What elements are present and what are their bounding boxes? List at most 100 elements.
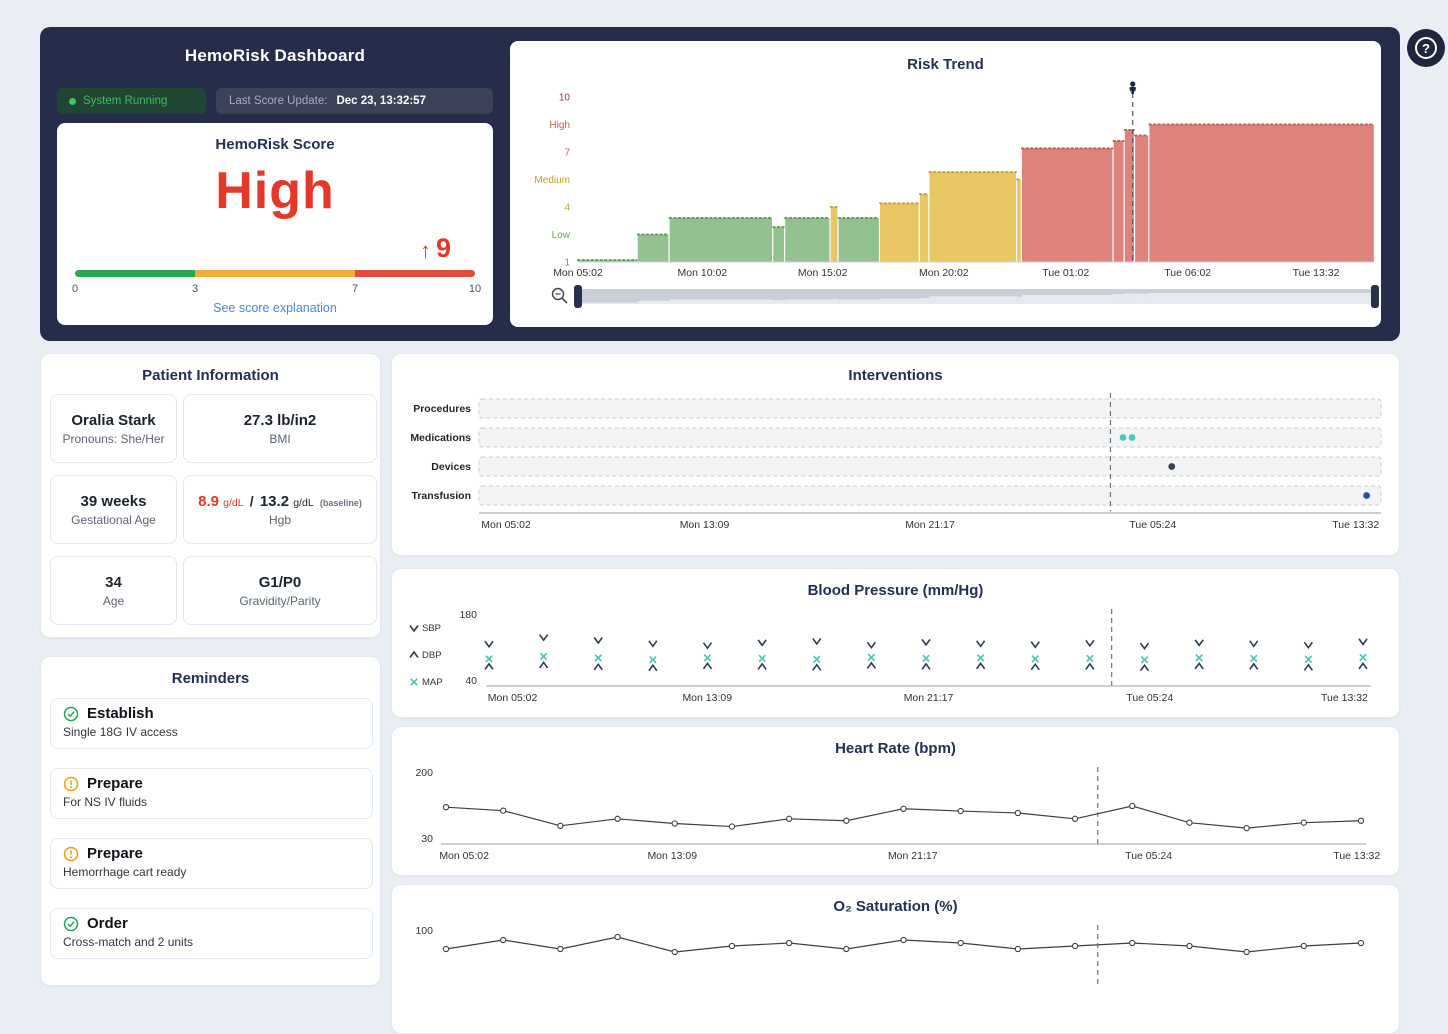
svg-text:30: 30 — [421, 833, 433, 845]
svg-text:Tue 13:32: Tue 13:32 — [1321, 692, 1368, 704]
score-scale-ticks: 0 3 7 10 — [75, 283, 475, 297]
o2-saturation-title: O₂ Saturation (%) — [392, 885, 1399, 915]
svg-text:4: 4 — [564, 203, 570, 214]
svg-text:Medications: Medications — [410, 432, 471, 444]
reminder-title: Establish — [87, 705, 154, 722]
alert-circle-icon — [63, 776, 79, 792]
gravidity-label: Gravidity/Parity — [239, 594, 320, 608]
system-status-badge: System Running — [57, 88, 206, 114]
patient-name-box: Oralia Stark Pronouns: She/Her — [50, 394, 177, 463]
reminders-title: Reminders — [41, 657, 380, 687]
risk-trend-chart[interactable]: 10High7Medium4Low1Mon 05:02Mon 10:02Mon … — [520, 79, 1380, 319]
hgb-current: 8.9 — [198, 493, 219, 510]
svg-text:SBP: SBP — [422, 623, 441, 634]
hgb-baseline-note: (baseline) — [320, 498, 362, 508]
scale-tick: 0 — [72, 283, 78, 295]
svg-text:Procedures: Procedures — [413, 403, 471, 415]
gravidity-box: G1/P0 Gravidity/Parity — [183, 556, 377, 625]
risk-trend-title: Risk Trend — [510, 41, 1381, 73]
arrow-up-icon: ↑ — [420, 240, 431, 262]
svg-text:Mon 05:02: Mon 05:02 — [439, 850, 489, 862]
scale-low-segment — [75, 270, 195, 277]
bmi-value: 27.3 lb/in2 — [244, 412, 317, 429]
score-number: 9 — [436, 235, 451, 262]
svg-text:Tue 06:02: Tue 06:02 — [1164, 267, 1211, 279]
gravidity-value: G1/P0 — [259, 574, 302, 591]
svg-text:Tue 05:24: Tue 05:24 — [1125, 850, 1172, 862]
status-label: System Running — [83, 95, 167, 107]
svg-text:Mon 15:02: Mon 15:02 — [798, 267, 848, 279]
hgb-box: 8.9 g/dL / 13.2 g/dL (baseline) Hgb — [183, 475, 377, 544]
heart-rate-chart: 20030Mon 05:02Mon 13:09Mon 21:17Tue 05:2… — [401, 759, 1391, 871]
reminder-detail: For NS IV fluids — [63, 795, 360, 809]
reminder-item[interactable]: Prepare For NS IV fluids — [50, 768, 373, 819]
heart-rate-title: Heart Rate (bpm) — [392, 727, 1399, 757]
hgb-baseline-unit: g/dL — [293, 497, 313, 509]
reminder-detail: Single 18G IV access — [63, 725, 360, 739]
score-value: ↑ 9 — [420, 235, 451, 262]
patient-name: Oralia Stark — [71, 412, 155, 429]
heart-rate-card: Heart Rate (bpm) 20030Mon 05:02Mon 13:09… — [391, 726, 1400, 876]
score-scale-bar — [75, 270, 475, 277]
o2-saturation-card: O₂ Saturation (%) 100 — [391, 884, 1400, 1034]
svg-text:Mon 05:02: Mon 05:02 — [481, 519, 531, 531]
hemorisk-score-card: HemoRisk Score High ↑ 9 0 3 7 10 See sco… — [57, 123, 493, 325]
age-box: 34 Age — [50, 556, 177, 625]
reminder-detail: Cross-match and 2 units — [63, 935, 360, 949]
gestational-age-box: 39 weeks Gestational Age — [50, 475, 177, 544]
reminder-item[interactable]: Order Cross-match and 2 units — [50, 908, 373, 959]
svg-text:Mon 20:02: Mon 20:02 — [919, 267, 969, 279]
check-circle-icon — [63, 916, 79, 932]
patient-info-grid: Oralia Stark Pronouns: She/Her 27.3 lb/i… — [50, 394, 377, 625]
svg-text:7: 7 — [564, 148, 570, 159]
score-level: High — [57, 165, 493, 217]
svg-text:Mon 05:02: Mon 05:02 — [488, 692, 538, 704]
bmi-label: BMI — [269, 432, 290, 446]
blood-pressure-chart: 18040SBPDBPMAPMon 05:02Mon 13:09Mon 21:1… — [401, 601, 1391, 713]
svg-text:200: 200 — [415, 767, 433, 779]
svg-text:Tue 01:02: Tue 01:02 — [1042, 267, 1089, 279]
reminder-item[interactable]: Establish Single 18G IV access — [50, 698, 373, 749]
hgb-baseline: 13.2 — [260, 493, 289, 510]
svg-text:180: 180 — [459, 609, 477, 621]
check-circle-icon — [63, 706, 79, 722]
question-circle-icon: ? — [1415, 37, 1437, 59]
svg-text:Tue 13:32: Tue 13:32 — [1333, 850, 1380, 862]
reminder-title: Order — [87, 915, 128, 932]
svg-text:Mon 21:17: Mon 21:17 — [888, 850, 938, 862]
reminder-item[interactable]: Prepare Hemorrhage cart ready — [50, 838, 373, 889]
score-explanation-link[interactable]: See score explanation — [57, 301, 493, 315]
bmi-box: 27.3 lb/in2 BMI — [183, 394, 377, 463]
interventions-card: Interventions ProceduresMedicationsDevic… — [391, 353, 1400, 556]
interventions-chart: ProceduresMedicationsDevicesTransfusionM… — [401, 391, 1391, 541]
svg-text:Mon 05:02: Mon 05:02 — [553, 267, 603, 279]
svg-text:Tue 13:32: Tue 13:32 — [1332, 519, 1379, 531]
help-button[interactable]: ? — [1407, 29, 1445, 67]
header-panel: HemoRisk Dashboard System Running Last S… — [40, 27, 1400, 341]
score-card-title: HemoRisk Score — [57, 136, 493, 153]
svg-text:Mon 21:17: Mon 21:17 — [905, 519, 955, 531]
app-title: HemoRisk Dashboard — [40, 46, 510, 66]
hgb-label: Hgb — [269, 513, 291, 527]
svg-text:Tue 13:32: Tue 13:32 — [1293, 267, 1340, 279]
blood-pressure-title: Blood Pressure (mm/Hg) — [392, 569, 1399, 599]
gestational-age-label: Gestational Age — [71, 513, 156, 527]
patient-info-card: Patient Information Oralia Stark Pronoun… — [40, 353, 381, 638]
reminder-detail: Hemorrhage cart ready — [63, 865, 360, 879]
svg-text:Mon 10:02: Mon 10:02 — [678, 267, 728, 279]
last-update-badge: Last Score Update: Dec 23, 13:32:57 — [216, 88, 493, 114]
svg-text:10: 10 — [559, 93, 571, 104]
svg-text:100: 100 — [415, 925, 433, 937]
reminders-card: Reminders Establish Single 18G IV access… — [40, 656, 381, 986]
dashboard-page: HemoRisk Dashboard System Running Last S… — [0, 0, 1448, 957]
scale-tick: 7 — [352, 283, 358, 295]
hgb-separator: / — [248, 493, 256, 509]
svg-text:Tue 05:24: Tue 05:24 — [1126, 692, 1173, 704]
svg-text:Mon 21:17: Mon 21:17 — [904, 692, 954, 704]
reminder-title: Prepare — [87, 845, 143, 862]
scale-tick: 10 — [469, 283, 481, 295]
svg-text:Devices: Devices — [431, 461, 471, 473]
reminder-title: Prepare — [87, 775, 143, 792]
alert-circle-icon — [63, 846, 79, 862]
last-update-value: Dec 23, 13:32:57 — [336, 95, 426, 107]
